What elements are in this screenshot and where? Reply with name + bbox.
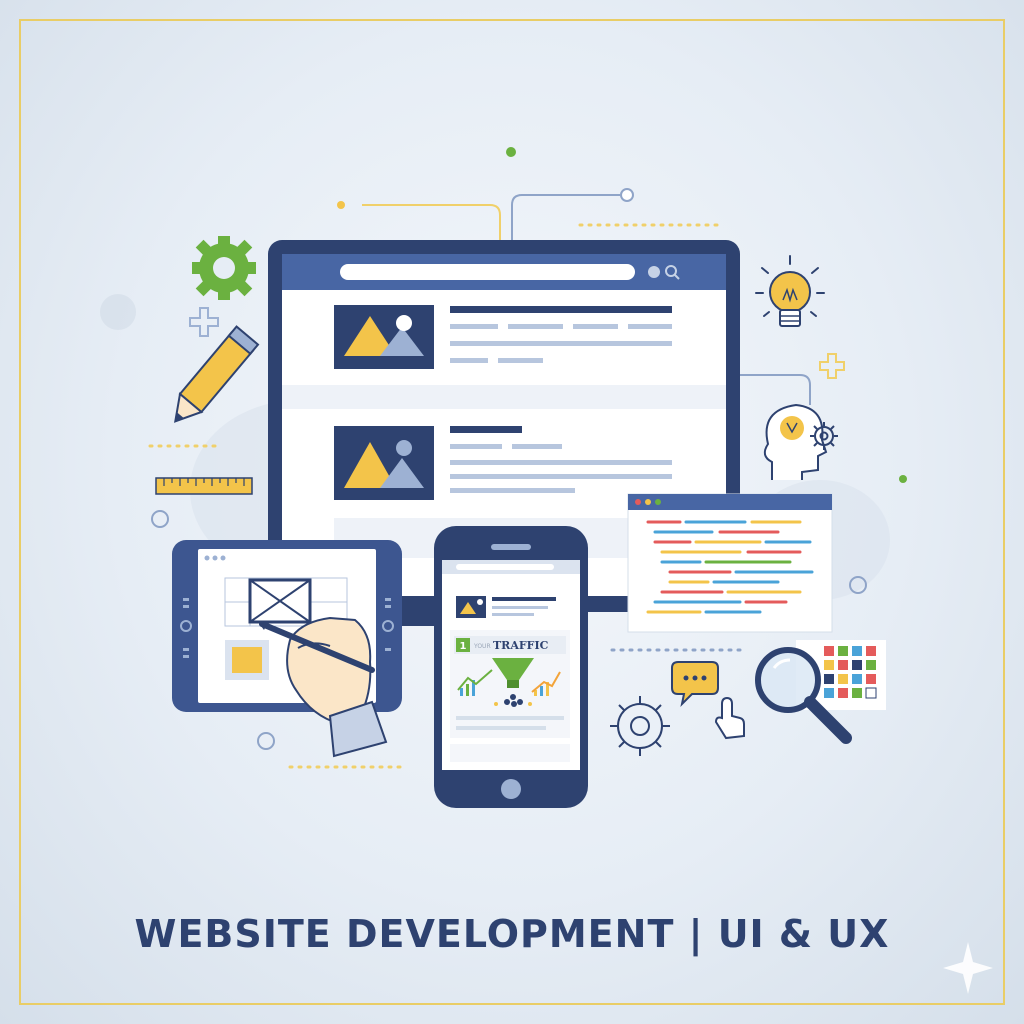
traffic-card-number: 1 — [460, 641, 467, 652]
smartphone: 1 YOUR TRAFFIC — [434, 526, 588, 808]
outline-gear-icon — [610, 696, 670, 756]
chat-bubble-icon — [671, 661, 719, 708]
plus-icon — [819, 353, 845, 379]
page-title: WEBSITE DEVELOPMENT | UI & UX — [134, 912, 890, 956]
illustration: 1 YOUR TRAFFIC WEBSITE DEVELOPMENT | UI … — [0, 0, 1024, 1024]
mind-gear-icon — [763, 403, 838, 480]
plus-icon — [189, 307, 219, 337]
tablet-wireframe — [172, 540, 402, 758]
lightbulb-icon — [755, 255, 825, 327]
wireframe-image-box — [248, 578, 312, 624]
illustration-canvas: 1 YOUR TRAFFIC — [19, 19, 1005, 1005]
gear-icon — [192, 236, 256, 300]
cursor-hand-icon — [714, 696, 745, 740]
code-editor-window — [627, 493, 833, 633]
traffic-card-title: TRAFFIC — [493, 639, 549, 652]
traffic-card-prefix: YOUR — [473, 643, 491, 650]
ruler-icon — [155, 477, 253, 495]
address-bar — [340, 264, 635, 280]
